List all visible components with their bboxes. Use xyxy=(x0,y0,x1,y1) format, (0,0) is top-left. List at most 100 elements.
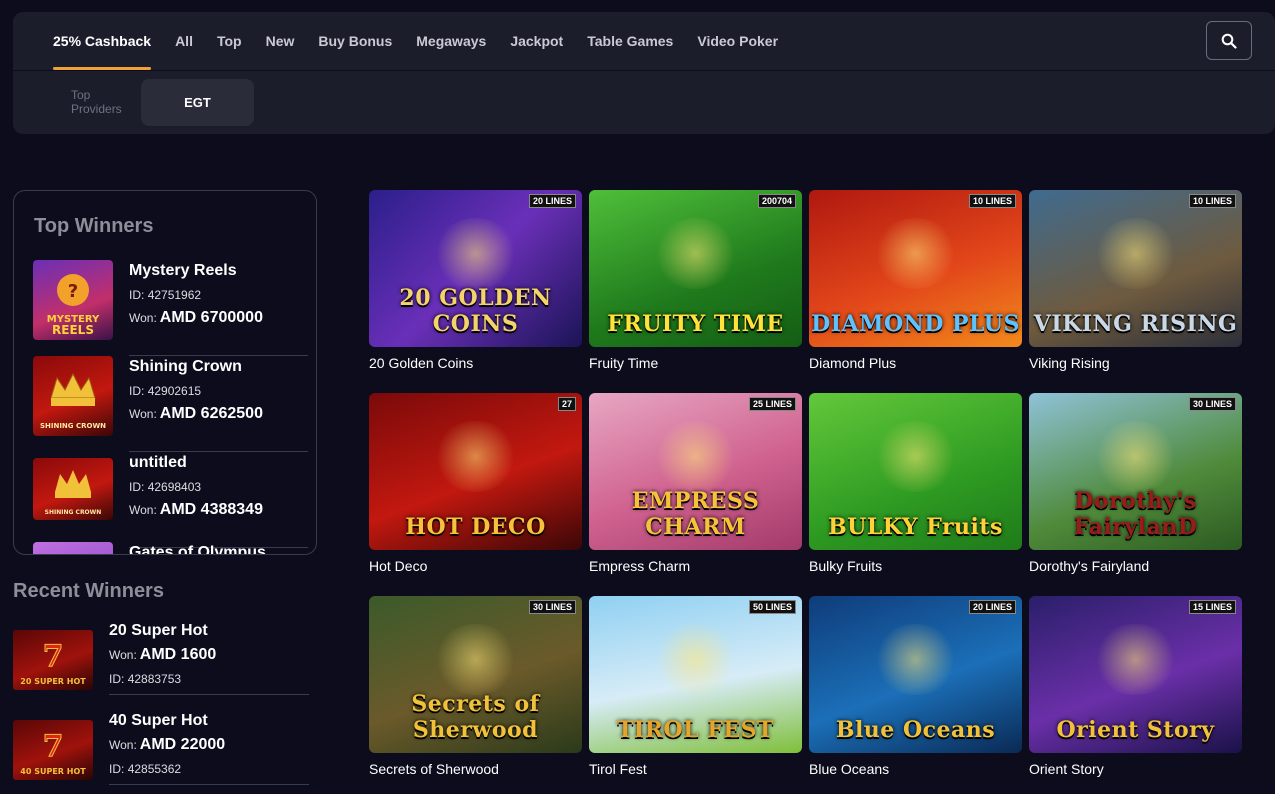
winner-amount: Won: AMD 6262500 xyxy=(129,405,263,422)
game-title: Tirol Fest xyxy=(589,761,647,777)
winner-game-name: Mystery Reels xyxy=(129,262,237,279)
search-button[interactable] xyxy=(1206,21,1252,60)
winner-game-name: 40 Super Hot xyxy=(109,712,208,729)
game-logo: DIAMOND PLUS xyxy=(811,311,1020,337)
tab-buy-bonus[interactable]: Buy Bonus xyxy=(306,12,404,70)
game-card[interactable]: 10 LINES DIAMOND PLUS Diamond Plus xyxy=(809,190,1022,371)
game-thumbnail: BULKY Fruits xyxy=(809,393,1022,550)
game-card[interactable]: 30 LINES Dorothy's FairylanD Dorothy's Fai… xyxy=(1029,393,1242,574)
game-logo: TIROL FEST xyxy=(617,717,774,743)
game-thumbnail: 200704 FRUITY TIME xyxy=(589,190,802,347)
lines-badge: 50 LINES xyxy=(748,600,796,614)
lines-badge: 20 LINES xyxy=(528,194,576,208)
game-logo: Blue Oceans xyxy=(835,717,996,743)
game-title: Dorothy's Fairyland xyxy=(1029,558,1150,574)
game-card[interactable]: BULKY Fruits Bulky Fruits xyxy=(809,393,1022,574)
game-thumbnail: 30 LINES Secrets of Sherwood xyxy=(369,596,582,753)
winner-id: ID: 42883753 xyxy=(109,672,182,686)
game-card[interactable]: 15 LINES Orient Story Orient Story xyxy=(1029,596,1242,777)
winner-id: ID: 42751962 xyxy=(129,288,202,302)
svg-text:7: 7 xyxy=(43,639,64,674)
game-card[interactable]: 10 LINES VIKING RISING Viking Rising xyxy=(1029,190,1242,371)
top-navigation: 25% Cashback All Top New Buy Bonus Megaw… xyxy=(13,12,1275,134)
game-logo: VIKING RISING xyxy=(1033,311,1238,337)
thumbnail-art xyxy=(432,624,519,695)
game-thumbnail: 20 LINES 20 GOLDEN COINS xyxy=(369,190,582,347)
game-thumbnail: 30 LINES Dorothy's FairylanD xyxy=(1029,393,1242,550)
game-logo: 20 GOLDEN COINS xyxy=(399,285,552,337)
game-thumbnail: 50 LINES TIROL FEST xyxy=(589,596,802,753)
top-winners-title: Top Winners xyxy=(34,215,154,237)
game-thumbnail: 20 LINES Blue Oceans xyxy=(809,596,1022,753)
winner-game-name: Shining Crown xyxy=(129,358,242,375)
top-winner-item[interactable]: ? MYSTERY REELS Mystery Reels ID: 427519… xyxy=(33,260,308,356)
game-title: Fruity Time xyxy=(589,355,659,371)
winner-game-name: 20 Super Hot xyxy=(109,622,208,639)
game-thumbnail: 25 LINES EMPRESS CHARM xyxy=(589,393,802,550)
game-card[interactable]: 30 LINES Secrets of Sherwood Secrets of Sh… xyxy=(369,596,582,777)
nav-divider xyxy=(13,70,1275,71)
lines-badge: 20 LINES xyxy=(968,600,1016,614)
tab-cashback[interactable]: 25% Cashback xyxy=(53,12,163,70)
svg-text:REELS: REELS xyxy=(52,323,94,337)
thumbnail-art xyxy=(1092,421,1179,492)
tab-megaways[interactable]: Megaways xyxy=(404,12,498,70)
winner-id: ID: 42855362 xyxy=(109,762,182,776)
winner-amount: Won: AMD 1600 xyxy=(109,646,217,663)
thumbnail-art xyxy=(432,421,519,492)
game-title: Hot Deco xyxy=(369,558,428,574)
game-card[interactable]: 25 LINES EMPRESS CHARM Empress Charm xyxy=(589,393,802,574)
thumbnail-art xyxy=(872,624,959,695)
tab-table-games[interactable]: Table Games xyxy=(575,12,685,70)
winner-amount: Won: AMD 6700000 xyxy=(129,309,263,326)
top-winners-panel: Top Winners ? MYSTERY REELS Mystery Reel… xyxy=(13,190,317,555)
thumbnail-art xyxy=(872,421,959,492)
game-thumbnail: SHINING CROWN xyxy=(33,458,113,520)
top-providers-label: Top Providers xyxy=(71,88,122,116)
svg-text:7: 7 xyxy=(43,729,64,764)
lines-badge: 27 xyxy=(557,397,576,411)
divider xyxy=(109,784,309,785)
game-card[interactable]: 20 LINES 20 GOLDEN COINS 20 Golden Coins xyxy=(369,190,582,371)
game-thumbnail: 27 HOT DECO xyxy=(369,393,582,550)
top-winner-item[interactable]: Gates of Olympus xyxy=(33,542,308,555)
game-title: Diamond Plus xyxy=(809,355,897,371)
winner-id: ID: 42902615 xyxy=(129,384,202,398)
provider-egt[interactable]: EGT xyxy=(141,79,254,126)
game-card[interactable]: 27 HOT DECO Hot Deco xyxy=(369,393,582,574)
game-card[interactable]: 200704 FRUITY TIME Fruity Time xyxy=(589,190,802,371)
game-logo: HOT DECO xyxy=(405,514,546,540)
thumbnail-art xyxy=(652,624,739,695)
game-card[interactable]: 50 LINES TIROL FEST Tirol Fest xyxy=(589,596,802,777)
apple-icon: ? MYSTERY REELS xyxy=(47,274,100,337)
recent-winner-item[interactable]: 7 20 SUPER HOT 20 Super Hot Won: AMD 1600… xyxy=(13,622,309,712)
winner-amount: Won: AMD 22000 xyxy=(109,736,226,753)
game-thumbnail: ? MYSTERY REELS xyxy=(33,260,113,340)
tab-new[interactable]: New xyxy=(254,12,307,70)
top-winner-item[interactable]: SHINING CROWN untitled ID: 42698403 Won:… xyxy=(33,452,308,548)
lines-badge: 200704 xyxy=(757,194,796,208)
tab-top[interactable]: Top xyxy=(205,12,254,70)
tab-jackpot[interactable]: Jackpot xyxy=(498,12,575,70)
svg-text:SHINING CROWN: SHINING CROWN xyxy=(45,509,102,516)
winner-amount: Won: AMD 4388349 xyxy=(129,501,263,518)
seven-icon: 7 20 SUPER HOT xyxy=(20,639,86,687)
winner-game-name: Gates of Olympus xyxy=(129,544,266,555)
game-card[interactable]: 20 LINES Blue Oceans Blue Oceans xyxy=(809,596,1022,777)
game-thumbnail: SHINING CROWN xyxy=(33,356,113,436)
game-logo: EMPRESS CHARM xyxy=(631,488,760,540)
crown-icon: SHINING CROWN xyxy=(40,372,106,430)
recent-winner-item[interactable]: 7 40 SUPER HOT 40 Super Hot Won: AMD 2200… xyxy=(13,712,309,794)
tab-video-poker[interactable]: Video Poker xyxy=(685,12,790,70)
game-title: Bulky Fruits xyxy=(809,558,883,574)
top-winner-item[interactable]: SHINING CROWN Shining Crown ID: 42902615… xyxy=(33,356,308,452)
crown-icon: SHINING CROWN xyxy=(45,470,102,516)
lines-badge: 15 LINES xyxy=(1188,600,1236,614)
svg-text:SHINING CROWN: SHINING CROWN xyxy=(40,422,106,430)
game-logo: FRUITY TIME xyxy=(607,311,784,337)
seven-icon: 7 40 SUPER HOT xyxy=(20,729,86,777)
tab-all[interactable]: All xyxy=(163,12,205,70)
game-thumbnail: 7 40 SUPER HOT xyxy=(13,720,93,780)
game-title: Viking Rising xyxy=(1029,355,1110,371)
game-logo: Secrets of Sherwood xyxy=(411,691,540,743)
